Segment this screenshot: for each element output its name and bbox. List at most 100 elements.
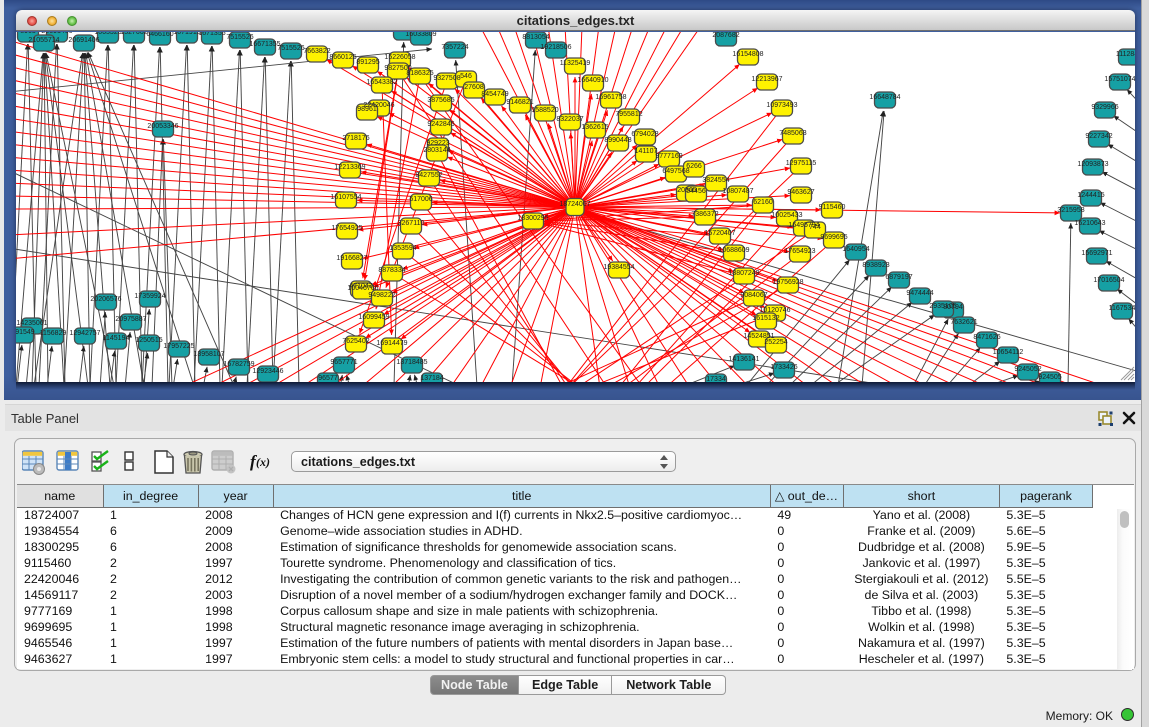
svg-text:1671355: 1671355 bbox=[198, 32, 225, 37]
svg-text:16671355: 16671355 bbox=[249, 41, 280, 48]
svg-text:10025433: 10025433 bbox=[771, 212, 802, 219]
svg-text:13807249: 13807249 bbox=[728, 270, 759, 277]
svg-text:3267110: 3267110 bbox=[398, 220, 425, 227]
svg-text:8454749: 8454749 bbox=[481, 91, 508, 98]
svg-text:16099459: 16099459 bbox=[358, 314, 389, 321]
svg-text:15720407: 15720407 bbox=[704, 230, 735, 237]
svg-text:9327508: 9327508 bbox=[433, 75, 460, 82]
svg-text:8878334: 8878334 bbox=[378, 267, 405, 274]
svg-text:16154808: 16154808 bbox=[732, 51, 763, 58]
svg-text:9242845: 9242845 bbox=[427, 121, 454, 128]
svg-text:1065326: 1065326 bbox=[94, 32, 121, 36]
svg-text:10654112: 10654112 bbox=[993, 349, 1024, 356]
svg-text:10688609: 10688609 bbox=[718, 247, 749, 254]
svg-text:7515526: 7515526 bbox=[226, 34, 253, 41]
svg-text:62160: 62160 bbox=[753, 199, 773, 206]
svg-text:1588520: 1588520 bbox=[531, 107, 558, 114]
svg-text:19756928: 19756928 bbox=[772, 279, 803, 286]
svg-text:9146821: 9146821 bbox=[506, 99, 533, 106]
svg-text:391549: 391549 bbox=[16, 329, 35, 336]
svg-text:16033809: 16033809 bbox=[405, 32, 436, 38]
svg-text:20975887: 20975887 bbox=[115, 316, 146, 323]
svg-text:8322037: 8322037 bbox=[556, 116, 583, 123]
svg-text:17957225: 17957225 bbox=[163, 343, 194, 350]
svg-text:252254: 252254 bbox=[764, 339, 787, 346]
svg-text:14136141: 14136141 bbox=[728, 356, 759, 363]
svg-text:7386372: 7386372 bbox=[691, 211, 718, 218]
svg-text:10807487: 10807487 bbox=[722, 188, 753, 195]
svg-text:1145194: 1145194 bbox=[103, 335, 130, 342]
svg-text:6266: 6266 bbox=[686, 163, 702, 170]
svg-text:19166827: 19166827 bbox=[336, 255, 367, 262]
svg-text:2935105: 2935105 bbox=[929, 303, 956, 310]
svg-text:(x): (x) bbox=[256, 455, 270, 469]
svg-text:9329966: 9329966 bbox=[1091, 104, 1118, 111]
svg-text:16648784: 16648784 bbox=[869, 94, 900, 101]
svg-text:10046766: 10046766 bbox=[347, 285, 378, 292]
svg-text:16210643: 16210643 bbox=[1074, 220, 1105, 227]
svg-text:9115460: 9115460 bbox=[819, 204, 846, 211]
svg-text:7515526: 7515526 bbox=[277, 45, 304, 52]
svg-text:3215958: 3215958 bbox=[1057, 207, 1084, 214]
svg-text:929223: 929223 bbox=[426, 140, 449, 147]
svg-text:2803144: 2803144 bbox=[423, 147, 450, 154]
svg-text:9699695: 9699695 bbox=[820, 234, 847, 241]
svg-text:13718485: 13718485 bbox=[396, 359, 427, 366]
svg-text:2087682: 2087682 bbox=[712, 32, 739, 39]
svg-text:1167534: 1167534 bbox=[1109, 305, 1135, 312]
svg-text:1615132: 1615132 bbox=[752, 315, 779, 322]
svg-text:1156829: 1156829 bbox=[40, 330, 67, 337]
svg-text:19384554: 19384554 bbox=[603, 264, 634, 271]
svg-text:7632621: 7632621 bbox=[950, 319, 977, 326]
svg-text:12975115: 12975115 bbox=[786, 160, 817, 167]
svg-text:10973493: 10973493 bbox=[766, 102, 797, 109]
svg-text:11325419: 11325419 bbox=[560, 60, 591, 67]
svg-text:7625402: 7625402 bbox=[342, 338, 369, 345]
svg-text:9227342: 9227342 bbox=[1085, 133, 1112, 140]
svg-text:8990448: 8990448 bbox=[604, 137, 631, 144]
svg-text:13958107: 13958107 bbox=[193, 351, 224, 358]
svg-text:1112841: 1112841 bbox=[1116, 51, 1135, 58]
svg-text:8963: 8963 bbox=[20, 32, 36, 35]
svg-text:21055714: 21055714 bbox=[28, 37, 59, 44]
svg-text:12213967: 12213967 bbox=[751, 76, 782, 83]
svg-text:8186325: 8186325 bbox=[406, 70, 433, 77]
svg-text:1733426: 1733426 bbox=[770, 364, 797, 371]
svg-text:2718176: 2718176 bbox=[342, 135, 369, 142]
svg-text:8813054: 8813054 bbox=[522, 34, 549, 41]
svg-text:16107554: 16107554 bbox=[330, 194, 361, 201]
svg-text:15692971: 15692971 bbox=[1081, 250, 1112, 257]
svg-text:15751074: 15751074 bbox=[1104, 76, 1135, 83]
svg-text:1362615: 1362615 bbox=[581, 124, 608, 131]
svg-text:8427552: 8427552 bbox=[415, 172, 442, 179]
svg-text:8938923: 8938923 bbox=[862, 262, 889, 269]
svg-text:617006: 617006 bbox=[409, 196, 432, 203]
svg-text:10120746: 10120746 bbox=[759, 307, 790, 314]
svg-text:9245052: 9245052 bbox=[1014, 366, 1041, 373]
svg-text:8660125: 8660125 bbox=[329, 54, 356, 61]
svg-text:14235061: 14235061 bbox=[16, 320, 47, 327]
svg-text:98961: 98961 bbox=[357, 106, 377, 113]
svg-text:924505: 924505 bbox=[1038, 374, 1061, 381]
svg-text:6466160: 6466160 bbox=[146, 32, 173, 38]
svg-text:16543382: 16543382 bbox=[366, 79, 397, 86]
svg-text:6879197: 6879197 bbox=[885, 274, 912, 281]
svg-text:9474444: 9474444 bbox=[906, 290, 933, 297]
svg-text:20053346: 20053346 bbox=[147, 123, 178, 130]
svg-text:96577: 96577 bbox=[318, 375, 338, 382]
svg-text:9084067: 9084067 bbox=[740, 292, 767, 299]
svg-text:18300295: 18300295 bbox=[517, 215, 548, 222]
svg-text:17334: 17334 bbox=[706, 376, 726, 382]
svg-text:1071915: 1071915 bbox=[173, 32, 200, 36]
svg-text:141107: 141107 bbox=[635, 148, 658, 155]
svg-text:3824554: 3824554 bbox=[702, 177, 729, 184]
svg-text:744: 744 bbox=[809, 224, 821, 231]
svg-text:1640954: 1640954 bbox=[842, 246, 869, 253]
svg-text:17016504: 17016504 bbox=[1093, 277, 1124, 284]
svg-text:12093873: 12093873 bbox=[1077, 161, 1108, 168]
svg-text:12213369: 12213369 bbox=[334, 164, 365, 171]
svg-text:6794028: 6794028 bbox=[631, 131, 658, 138]
svg-text:7663822: 7663822 bbox=[303, 48, 330, 55]
svg-text:3875685: 3875685 bbox=[427, 97, 454, 104]
svg-text:16914479: 16914479 bbox=[376, 340, 407, 347]
